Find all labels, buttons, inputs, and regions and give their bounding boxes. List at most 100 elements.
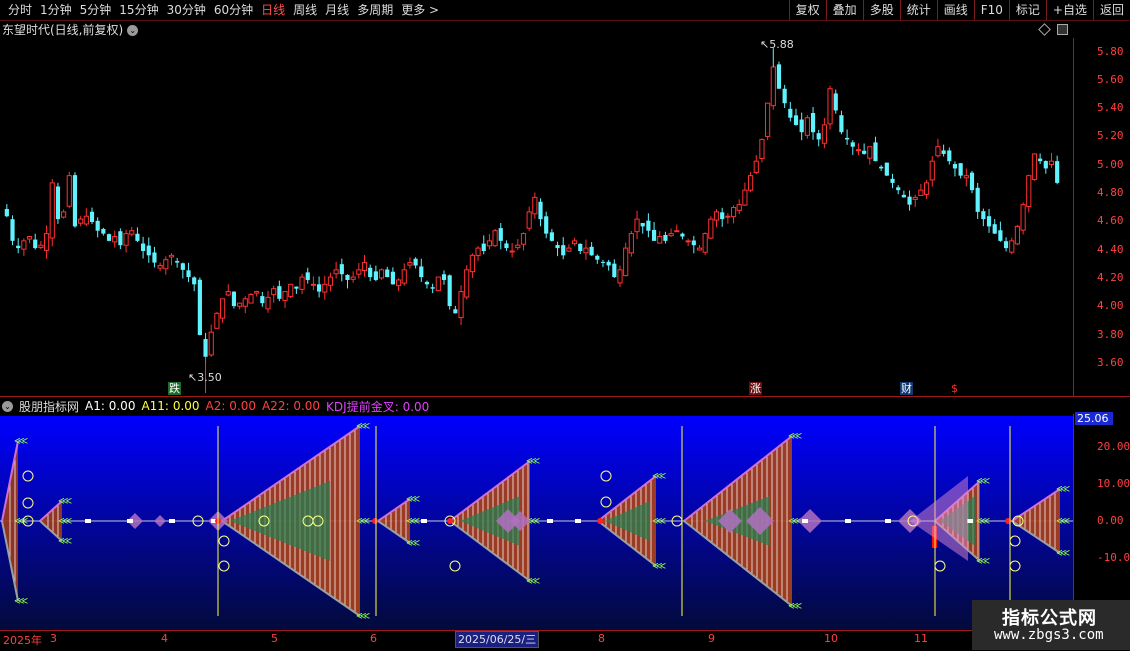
a11-label: A11: [141,399,169,413]
candle-body [38,244,44,248]
candle-body [492,230,498,247]
multi-stock-button[interactable]: 多股 [862,0,900,20]
fuquan-button[interactable]: 复权 [788,0,826,20]
indicator-tick: 10.00 [1097,477,1130,490]
candle-body [1020,204,1026,231]
candle-body [469,254,475,273]
candle-body [657,236,663,244]
candle-body [112,236,118,243]
indicator-current-value: 25.06 [1075,412,1113,425]
candle-body [571,240,578,245]
candle-body [146,245,151,256]
event-marker-dollar[interactable]: $ [950,382,959,395]
tab-fenshi[interactable]: 分时 [4,2,36,18]
candle-body [1003,241,1009,249]
candle-body [879,166,884,169]
candle-body [192,277,197,285]
candle-body [327,276,334,286]
candle-body [583,247,589,254]
candle-body [310,283,317,286]
indicator-name[interactable]: 股朋指标网 [19,398,79,415]
candle-body [520,233,527,245]
candle-body [640,222,645,227]
candle-body [730,207,737,218]
tab-weekly[interactable]: 周线 [289,2,321,18]
candle-body [793,115,799,125]
candle-body [702,233,708,253]
price-tick: 5.40 [1097,101,1124,114]
candle-body [747,175,754,191]
candle-body [969,172,975,191]
tab-monthly[interactable]: 月线 [321,2,353,18]
high-annotation: ↖5.88 [760,38,794,51]
candle-body [83,215,89,225]
tab-more[interactable]: 更多 > [397,2,443,18]
time-tick: 3 [50,632,57,645]
kdj-value: 0.00 [402,399,430,414]
tab-multi-period[interactable]: 多周期 [353,2,397,18]
candle-body [674,230,680,233]
arrow-glyph: ⋘ [406,494,420,505]
event-marker-die[interactable]: 跌 [168,382,181,395]
candle-body [260,296,265,304]
candle-body [89,211,95,223]
maximize-icon[interactable] [1057,24,1068,35]
price-tick: 5.20 [1097,129,1124,142]
overlay-button[interactable]: 叠加 [825,0,863,20]
chevron-down-icon[interactable]: ⌄ [127,24,139,36]
candle-body [855,149,862,152]
candle-body [141,243,146,251]
candle-body [617,269,623,284]
tab-5min[interactable]: 5分钟 [76,2,116,18]
candle-body [294,286,299,289]
mark-button[interactable]: 标记 [1008,0,1046,20]
candle-body [770,66,776,107]
diamond-icon[interactable] [1038,23,1051,36]
candle-body [282,291,288,301]
price-tick: 5.00 [1097,158,1124,171]
low-annotation: ↖3.50 [188,371,222,384]
candle-body [339,264,344,275]
tab-15min[interactable]: 15分钟 [115,2,162,18]
arrow-glyph: ⋘ [58,536,72,547]
candle-body [566,247,572,252]
candle-body [1043,161,1048,169]
candle-body [736,204,742,211]
candle-body [691,240,696,246]
candle-body [696,247,703,251]
tab-1min[interactable]: 1分钟 [36,2,76,18]
add-watchlist-button[interactable]: +自选 [1045,0,1093,20]
candle-body [305,272,310,280]
candle-body [66,175,72,207]
candle-body [419,266,424,278]
stats-button[interactable]: 统计 [899,0,937,20]
candle-body [549,232,554,241]
candle-body [963,175,969,179]
zero-marker [802,519,808,523]
candle-body [435,276,441,292]
candle-body [504,243,509,249]
candle-body [248,293,254,304]
draw-line-button[interactable]: 画线 [936,0,974,20]
event-marker-cai[interactable]: 财 [900,382,913,395]
indicator-chart[interactable]: ⋘⋘⋘⋘⋘⋘⋘⋘⋘⋘⋘⋘⋘⋘⋘⋘⋘⋘⋘⋘⋘⋘⋘⋘⋘⋘⋘ [0,416,1073,630]
candle-body [544,216,549,234]
candle-body [929,160,935,181]
candle-body [713,211,720,221]
tab-30min[interactable]: 30分钟 [163,2,210,18]
event-marker-zhang[interactable]: 涨 [749,382,762,395]
candle-body [663,234,668,241]
tab-daily[interactable]: 日线 [257,2,289,18]
candle-body [1031,153,1038,180]
candle-body [424,281,430,285]
candle-body [208,331,214,356]
chevron-down-icon[interactable]: ⌄ [2,400,13,412]
back-button[interactable]: 返回 [1092,0,1130,20]
candlestick-chart[interactable] [0,38,1073,398]
candle-body [952,164,958,169]
candle-body [668,233,674,237]
price-tick: 4.60 [1097,214,1124,227]
tab-60min[interactable]: 60分钟 [210,2,257,18]
price-tick: 4.80 [1097,186,1124,199]
f10-button[interactable]: F10 [973,0,1009,20]
